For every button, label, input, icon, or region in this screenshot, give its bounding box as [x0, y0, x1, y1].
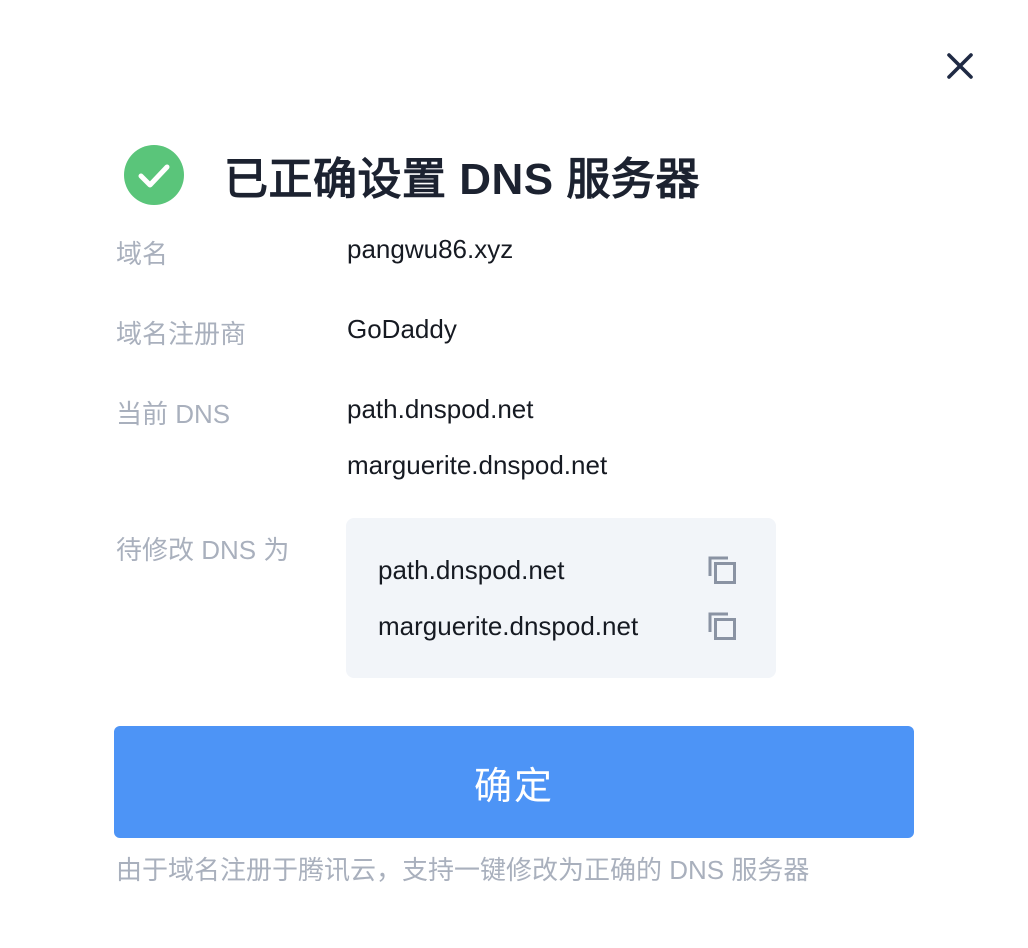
current-dns-value-1: path.dnspod.net	[347, 394, 534, 424]
registrar-value: GoDaddy	[347, 314, 457, 344]
target-dns-value-2: marguerite.dnspod.net	[378, 610, 639, 641]
confirm-button[interactable]: 确定	[114, 726, 914, 838]
current-dns-label: 当前 DNS	[116, 399, 231, 429]
dns-status-dialog: 已正确设置 DNS 服务器 域名 pangwu86.xyz 域名注册商 GoDa…	[0, 0, 1028, 948]
copy-icon[interactable]	[706, 554, 738, 586]
dialog-title: 已正确设置 DNS 服务器	[224, 155, 700, 204]
check-circle-icon	[124, 145, 184, 205]
target-dns-row: marguerite.dnspod.net	[378, 606, 738, 646]
footnote-text: 由于域名注册于腾讯云，支持一键修改为正确的 DNS 服务器	[116, 855, 810, 885]
target-dns-box: path.dnspod.net marguerite.dnspod.net	[346, 518, 776, 678]
target-dns-value-1: path.dnspod.net	[378, 554, 565, 585]
target-dns-row: path.dnspod.net	[378, 550, 738, 590]
copy-icon[interactable]	[706, 610, 738, 642]
close-button[interactable]	[942, 48, 978, 84]
target-dns-label: 待修改 DNS 为	[116, 535, 290, 565]
current-dns-value-2: marguerite.dnspod.net	[347, 450, 608, 480]
domain-value: pangwu86.xyz	[347, 234, 514, 264]
close-icon[interactable]	[942, 48, 978, 84]
domain-label: 域名	[116, 239, 169, 269]
registrar-label: 域名注册商	[116, 319, 247, 349]
dialog-header: 已正确设置 DNS 服务器	[124, 144, 700, 206]
